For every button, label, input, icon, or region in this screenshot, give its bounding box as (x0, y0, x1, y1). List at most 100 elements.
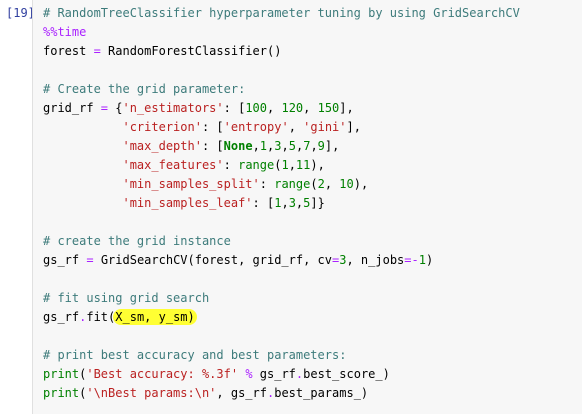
code-token: 1 (259, 139, 268, 153)
code-token: 'n_estimators' (122, 101, 224, 115)
code-line[interactable]: 'max_features': range(1,11), (43, 156, 520, 175)
code-line[interactable]: print('\nBest params:\n', gs_rf.best_par… (43, 384, 520, 403)
code-token: 'entropy' (223, 120, 289, 134)
code-token: 3 (274, 139, 282, 153)
code-token: : (223, 158, 239, 172)
code-token: , (267, 101, 282, 115)
code-token: best_score_) (303, 367, 390, 381)
code-token: 'Best accuracy: %.3f' (86, 367, 239, 381)
code-token: , (281, 139, 289, 153)
code-token: best_params_) (274, 386, 369, 400)
code-line[interactable] (43, 327, 520, 346)
code-token: 'max_depth' (122, 139, 202, 153)
code-token: 'min_samples_split' (122, 177, 260, 191)
code-token: # Create the grid parameter: (43, 82, 246, 96)
code-token: 100 (245, 101, 268, 115)
code-token: ), (310, 158, 325, 172)
code-token: print (43, 367, 80, 381)
code-token: = (93, 44, 101, 58)
code-token: range (238, 158, 275, 172)
code-line[interactable]: # create the grid instance (43, 232, 520, 251)
code-token: , (310, 139, 318, 153)
highlighted-code-token: X_sm, y_sm) (113, 309, 197, 325)
code-token: grid_rf (43, 101, 101, 115)
code-token: , (288, 158, 296, 172)
code-line[interactable]: 'min_samples_leaf': [1,3,5]} (43, 194, 520, 213)
code-token: 150 (317, 101, 340, 115)
code-block[interactable]: # RandomTreeClassifier hyperparameter tu… (43, 4, 520, 403)
code-token: ], (324, 139, 340, 153)
code-token: , (288, 120, 304, 134)
code-token: , (281, 196, 289, 210)
code-token: =- (404, 253, 419, 267)
code-token: 5 (288, 139, 296, 153)
code-line[interactable]: # fit using grid search (43, 289, 520, 308)
code-token: : (259, 177, 275, 191)
code-token: # create the grid instance (43, 234, 231, 248)
code-token: # print best accuracy and best parameter… (43, 348, 347, 362)
code-line[interactable]: gs_rf = GridSearchCV(forest, grid_rf, cv… (43, 251, 520, 270)
code-token: , n_jobs (346, 253, 405, 267)
code-line[interactable]: forest = RandomForestClassifier() (43, 42, 520, 61)
code-token: , (324, 177, 340, 191)
code-token: = (100, 101, 109, 115)
code-line[interactable]: 'max_depth': [None,1,3,5,7,9], (43, 137, 520, 156)
code-line[interactable]: # print best accuracy and best parameter… (43, 346, 520, 365)
code-line[interactable]: 'min_samples_split': range(2, 10), (43, 175, 520, 194)
code-token: % (245, 367, 253, 381)
code-token: fit( (86, 310, 116, 324)
code-token: %%time (43, 25, 87, 39)
execution-count-prompt: [19] (6, 6, 35, 20)
code-token: 1 (281, 158, 289, 172)
code-editor[interactable]: # RandomTreeClassifier hyperparameter tu… (32, 0, 582, 414)
code-token: GridSearchCV(forest, grid_rf, cv (93, 253, 333, 267)
code-token: : [ (201, 120, 224, 134)
code-token: , (252, 139, 260, 153)
code-token: forest (43, 44, 94, 58)
code-token: , gs_rf (216, 386, 267, 400)
code-line[interactable] (43, 61, 520, 80)
code-line[interactable]: 'criterion': ['entropy', 'gini'], (43, 118, 520, 137)
code-line[interactable] (43, 270, 520, 289)
code-token: 120 (281, 101, 304, 115)
code-token: gs_rf (43, 253, 87, 267)
code-token: 2 (317, 177, 325, 191)
code-line[interactable]: grid_rf = {'n_estimators': [100, 120, 15… (43, 99, 520, 118)
notebook-code-cell[interactable]: [19] # RandomTreeClassifier hyperparamet… (0, 0, 582, 414)
code-token: '\nBest params:\n' (86, 386, 217, 400)
code-line[interactable]: %%time (43, 23, 520, 42)
code-token: 11 (295, 158, 311, 172)
code-token: 'criterion' (122, 120, 202, 134)
code-line[interactable]: gs_rf.fit(X_sm, y_sm) (43, 308, 520, 327)
code-token: : [ (252, 196, 275, 210)
code-token: gs_rf (252, 367, 296, 381)
code-token: 1 (418, 253, 426, 267)
code-token: { (108, 101, 123, 115)
code-line[interactable]: # Create the grid parameter: (43, 80, 520, 99)
code-token: None (223, 139, 253, 153)
code-token: gs_rf (43, 310, 80, 324)
code-token: ( (310, 177, 318, 191)
code-token: : [ (201, 139, 224, 153)
code-token: ], (346, 120, 361, 134)
code-token: 3 (288, 196, 296, 210)
code-token: 9 (317, 139, 325, 153)
code-token: ) (425, 253, 434, 267)
code-line[interactable] (43, 213, 520, 232)
code-token: = (86, 253, 94, 267)
code-line[interactable]: print('Best accuracy: %.3f' % gs_rf.best… (43, 365, 520, 384)
code-token: ], (339, 101, 354, 115)
code-token: , (303, 101, 318, 115)
code-token: 'min_samples_leaf' (122, 196, 253, 210)
code-line[interactable]: # RandomTreeClassifier hyperparameter tu… (43, 4, 520, 23)
code-token: # RandomTreeClassifier hyperparameter tu… (43, 6, 520, 20)
code-token: print (43, 386, 80, 400)
code-token: # fit using grid search (43, 291, 210, 305)
code-token: ]} (310, 196, 325, 210)
code-token: RandomForestClassifier() (100, 44, 282, 58)
